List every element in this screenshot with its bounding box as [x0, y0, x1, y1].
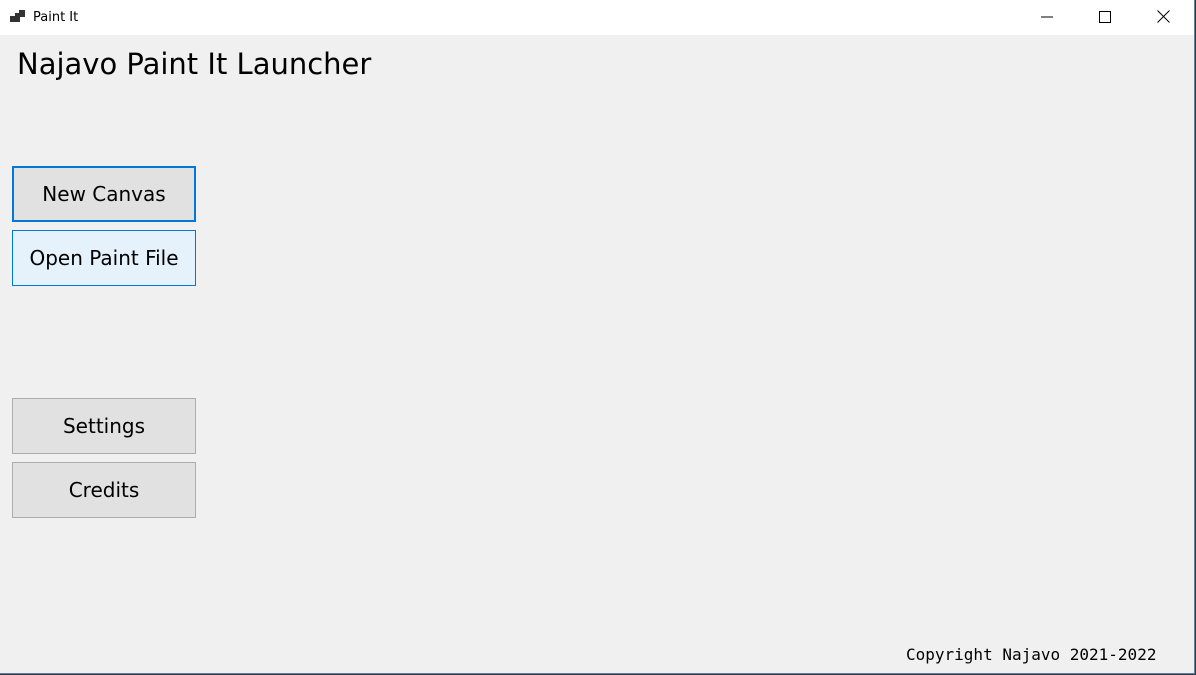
- new-canvas-button[interactable]: New Canvas: [12, 166, 196, 222]
- paint-it-app-icon: [10, 9, 26, 23]
- credits-button[interactable]: Credits: [12, 462, 196, 518]
- minimize-button[interactable]: [1018, 0, 1076, 35]
- copyright-text: Copyright Najavo 2021-2022: [906, 645, 1157, 664]
- maximize-icon: [1099, 8, 1111, 27]
- title-bar[interactable]: Paint It: [0, 0, 1194, 35]
- launcher-heading: Najavo Paint It Launcher: [17, 47, 372, 81]
- close-icon: [1156, 8, 1170, 27]
- minimize-icon: [1041, 8, 1053, 27]
- maximize-button[interactable]: [1076, 0, 1134, 35]
- window-title: Paint It: [33, 10, 79, 25]
- settings-button[interactable]: Settings: [12, 398, 196, 454]
- launcher-window: Paint It Najavo Paint It Launcher New Ca…: [0, 0, 1195, 674]
- close-button[interactable]: [1134, 0, 1192, 35]
- open-paint-file-button[interactable]: Open Paint File: [12, 230, 196, 286]
